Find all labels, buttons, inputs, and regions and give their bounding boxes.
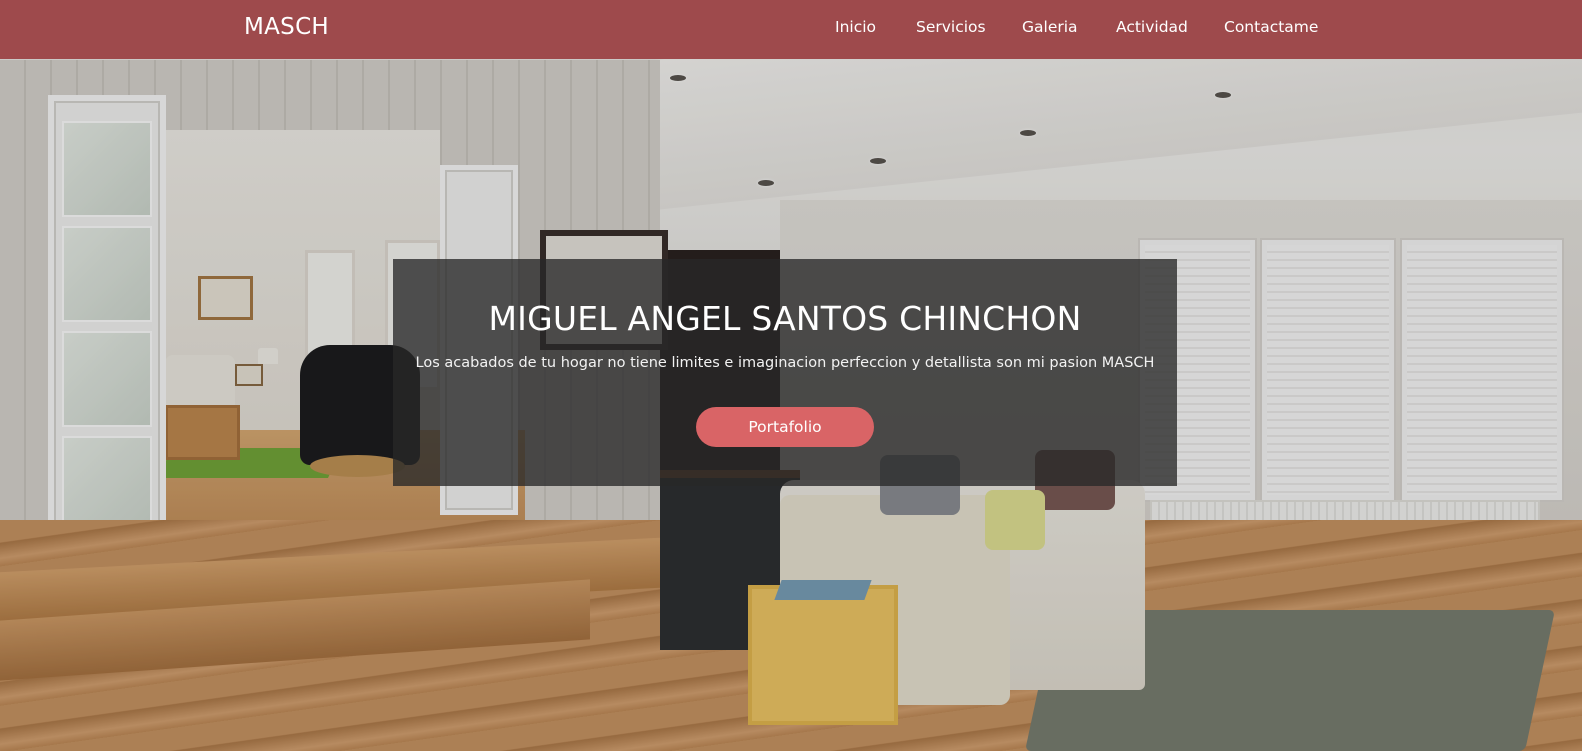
- hero-subtitle: Los acabados de tu hogar no tiene limite…: [415, 355, 1155, 371]
- nav-link-contactame[interactable]: Contactame: [1224, 18, 1318, 36]
- portafolio-button[interactable]: Portafolio: [696, 407, 874, 447]
- navbar: MASCH Inicio Servicios Galeria Actividad…: [0, 0, 1582, 59]
- nav-link-inicio[interactable]: Inicio: [835, 18, 876, 36]
- hero-title: MIGUEL ANGEL SANTOS CHINCHON: [488, 299, 1082, 338]
- nav-menu: Inicio Servicios Galeria Actividad Conta…: [0, 18, 1582, 42]
- hero-box: MIGUEL ANGEL SANTOS CHINCHON Los acabado…: [393, 259, 1177, 486]
- nav-link-galeria[interactable]: Galeria: [1022, 18, 1078, 36]
- nav-link-servicios[interactable]: Servicios: [916, 18, 986, 36]
- nav-link-actividad[interactable]: Actividad: [1116, 18, 1188, 36]
